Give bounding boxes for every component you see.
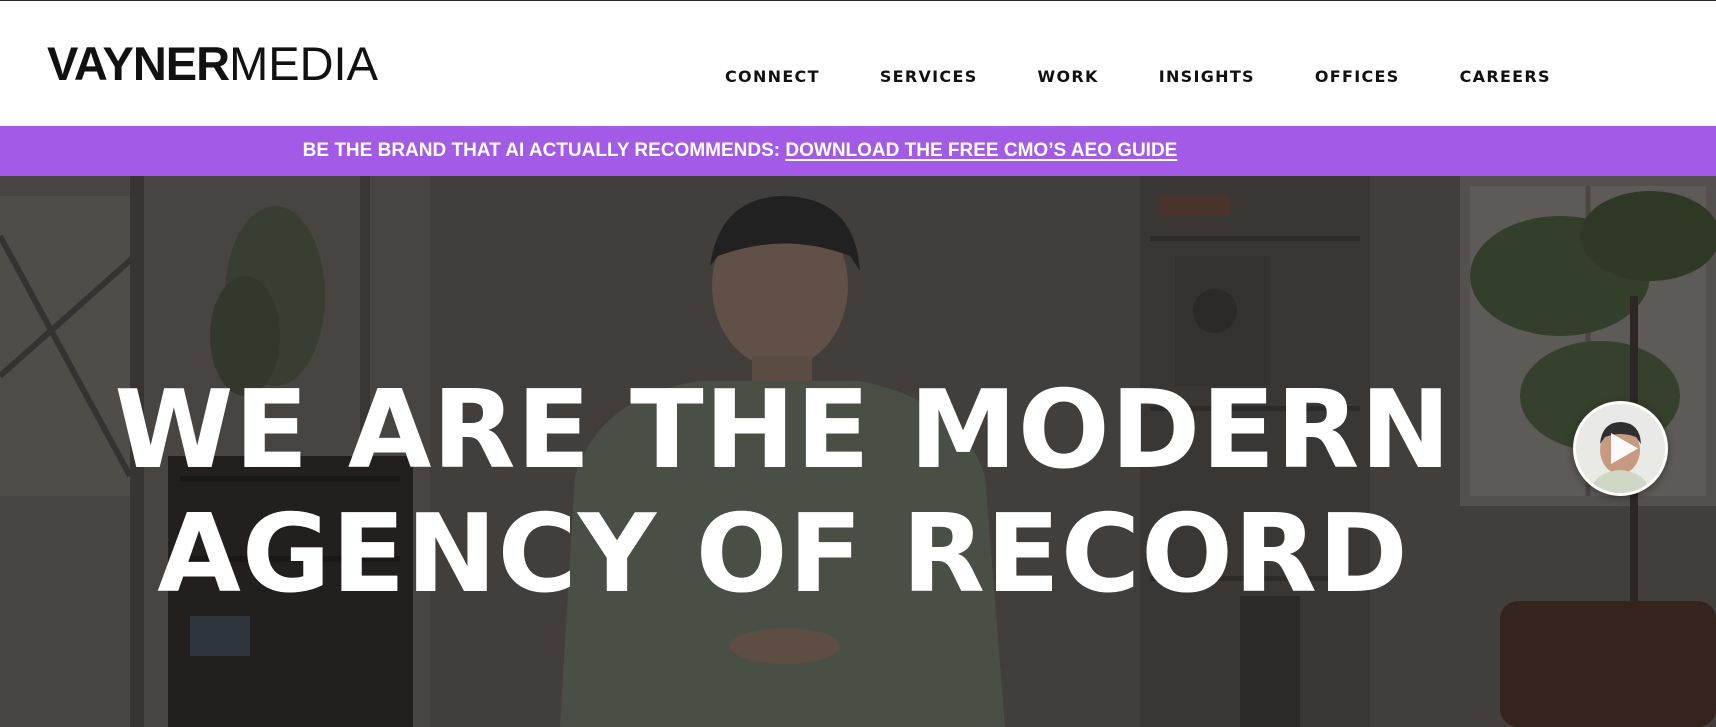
hero-headline: WE ARE THE MODERN AGENCY OF RECORD	[0, 369, 1716, 617]
nav-work[interactable]: WORK	[1038, 67, 1099, 86]
site-header: VAYNERMEDIA CONNECT SERVICES WORK INSIGH…	[0, 1, 1716, 126]
video-bubble-button[interactable]	[1573, 401, 1668, 496]
hero-video[interactable]: WE ARE THE MODERN AGENCY OF RECORD	[0, 176, 1716, 727]
promo-content: BE THE BRAND THAT AI ACTUALLY RECOMMENDS…	[303, 140, 1178, 162]
nav-connect[interactable]: CONNECT	[725, 67, 820, 86]
logo-text-light: MEDIA	[229, 37, 378, 90]
promo-guide-link[interactable]: DOWNLOAD THE FREE CMO’S AEO GUIDE	[785, 140, 1177, 161]
hero-headline-line-2: AGENCY OF RECORD	[157, 492, 1409, 617]
hero-headline-line-1: WE ARE THE MODERN	[114, 368, 1452, 493]
nav-insights[interactable]: INSIGHTS	[1159, 67, 1255, 86]
nav-offices[interactable]: OFFICES	[1315, 67, 1400, 86]
promo-banner: BE THE BRAND THAT AI ACTUALLY RECOMMENDS…	[0, 126, 1716, 176]
logo-text-bold: VAYNER	[47, 37, 230, 90]
promo-text: BE THE BRAND THAT AI ACTUALLY RECOMMENDS…	[302, 140, 786, 161]
play-icon	[1611, 433, 1638, 464]
main-nav: CONNECT SERVICES WORK INSIGHTS OFFICES C…	[725, 67, 1551, 86]
nav-services[interactable]: SERVICES	[880, 67, 978, 86]
nav-careers[interactable]: CAREERS	[1460, 67, 1551, 86]
vaynermedia-logo[interactable]: VAYNERMEDIA	[47, 40, 378, 87]
